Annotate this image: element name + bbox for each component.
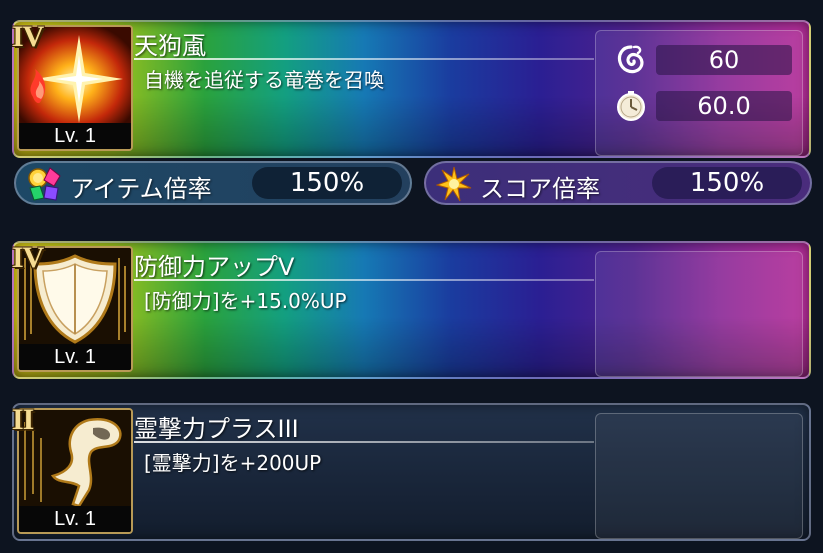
skill-level: Lv. 1 — [19, 344, 131, 370]
skill-stats-panel — [595, 251, 803, 377]
skill-name: 防御力アップV — [134, 253, 295, 281]
skill-description: 自機を追従する竜巻を召喚 — [144, 68, 384, 92]
skill-name: 霊撃力プラスIII — [134, 415, 299, 443]
item-multiplier-label: アイテム倍率 — [70, 175, 212, 203]
title-divider — [134, 441, 594, 443]
spirit-fist-icon — [19, 410, 131, 510]
item-multiplier-value: 150% — [252, 167, 402, 199]
skill-card-2[interactable]: Lv. 1 IV 防御力アップV [防御力]を+15.0%UP — [12, 241, 811, 379]
title-divider — [134, 58, 594, 60]
skill-level: Lv. 1 — [19, 506, 131, 532]
skill-description: [霊撃力]を+200UP — [144, 451, 322, 475]
skill-stats-panel — [595, 413, 803, 539]
skill-card-1[interactable]: Lv. 1 IV 天狗颪 自機を追従する竜巻を召喚 60 60.0 — [12, 20, 811, 158]
stat-cost-value: 60 — [656, 45, 792, 75]
score-multiplier-pill: スコア倍率 150% — [424, 161, 812, 205]
score-multiplier-label: スコア倍率 — [480, 175, 600, 203]
skill-name: 天狗颪 — [134, 32, 206, 60]
item-multiplier-pill: アイテム倍率 150% — [14, 161, 412, 205]
skill-level: Lv. 1 — [19, 123, 131, 149]
stat-cooldown-value: 60.0 — [656, 91, 792, 121]
score-multiplier-value: 150% — [652, 167, 802, 199]
rank-badge: IV — [12, 241, 44, 274]
stat-cooldown: 60.0 — [614, 89, 792, 123]
spirit-swirl-icon — [617, 45, 644, 74]
skill-description: [防御力]を+15.0%UP — [144, 289, 347, 313]
rank-badge: II — [12, 403, 34, 436]
clock-icon — [617, 91, 645, 121]
skill-icon-frame: Lv. 1 — [17, 408, 133, 534]
gems-icon — [28, 167, 61, 201]
stat-cost: 60 — [614, 43, 792, 77]
skill-card-3[interactable]: Lv. 1 II 霊撃力プラスIII [霊撃力]を+200UP — [12, 403, 811, 541]
star-burst-icon — [436, 166, 472, 202]
skill-stats-panel: 60 60.0 — [595, 30, 803, 156]
rank-badge: IV — [12, 20, 44, 53]
title-divider — [134, 279, 594, 281]
